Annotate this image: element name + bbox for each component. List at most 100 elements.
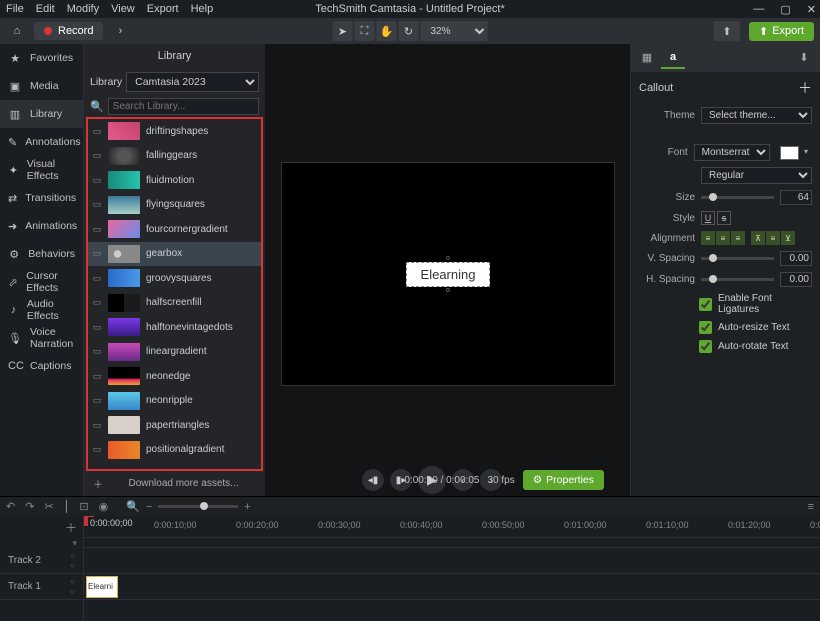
asset-neonedge[interactable]: ▭neonedge — [88, 364, 261, 389]
asset-papertriangles[interactable]: ▭papertriangles — [88, 413, 261, 438]
download-tab[interactable]: ⬇ — [792, 47, 816, 69]
close-button[interactable]: ✕ — [807, 3, 816, 16]
timeline-menu-button[interactable]: ≡ — [808, 501, 814, 513]
redo-button[interactable]: ↷ — [25, 500, 34, 513]
prev-frame-button[interactable]: ◂▮ — [362, 469, 384, 491]
menu-edit[interactable]: Edit — [36, 3, 55, 15]
expand-icon[interactable]: ▭ — [92, 175, 102, 186]
theme-select[interactable]: Select theme... — [701, 107, 812, 124]
asset-gearbox[interactable]: ▭gearbox — [88, 242, 261, 267]
hspacing-input[interactable] — [780, 272, 812, 287]
add-callout-button[interactable]: ＋ — [798, 78, 812, 98]
expand-icon[interactable]: ▭ — [92, 371, 102, 382]
export-button[interactable]: ⬆ Export — [749, 22, 814, 41]
sidebar-item-favorites[interactable]: ★Favorites — [0, 44, 83, 72]
hspacing-slider[interactable] — [701, 278, 774, 281]
font-weight-select[interactable]: Regular — [701, 167, 812, 184]
asset-flyingsquares[interactable]: ▭flyingsquares — [88, 193, 261, 218]
expand-icon[interactable]: ▭ — [92, 273, 102, 284]
visual-tab[interactable]: ▦ — [635, 47, 659, 69]
properties-button[interactable]: ⚙ Properties — [523, 470, 604, 490]
ligatures-checkbox[interactable] — [699, 298, 712, 311]
timeline-clip[interactable]: Elearni — [86, 576, 118, 598]
maximize-button[interactable]: ▢ — [780, 3, 790, 16]
expand-icon[interactable]: ▭ — [92, 420, 102, 431]
expand-icon[interactable]: ▭ — [92, 444, 102, 455]
library-select[interactable]: Camtasia 2023 — [126, 72, 259, 92]
align-bottom-button[interactable]: ⊻ — [781, 231, 795, 245]
share-button[interactable]: ⬆ — [714, 21, 740, 41]
track-expand-icon[interactable]: ▾ — [72, 538, 77, 548]
expand-icon[interactable]: ▭ — [92, 346, 102, 357]
record-next-button[interactable]: › — [109, 21, 131, 41]
align-top-button[interactable]: ⊼ — [751, 231, 765, 245]
magnet-button[interactable]: ⊡ — [79, 500, 88, 513]
sidebar-item-media[interactable]: ▣Media — [0, 72, 83, 100]
sidebar-item-behaviors[interactable]: ⚙Behaviors — [0, 240, 83, 268]
expand-icon[interactable]: ▭ — [92, 248, 102, 259]
expand-icon[interactable]: ▭ — [92, 322, 102, 333]
zoom-plus[interactable]: + — [244, 501, 250, 513]
home-button[interactable]: ⌂ — [6, 21, 28, 41]
timeline-zoom-slider[interactable] — [158, 505, 238, 508]
sidebar-item-animations[interactable]: ➜Animations — [0, 212, 83, 240]
asset-fourcornergradient[interactable]: ▭fourcornergradient — [88, 217, 261, 242]
sidebar-item-visual-effects[interactable]: ✦Visual Effects — [0, 156, 83, 184]
library-search-input[interactable] — [108, 98, 259, 115]
magnet2-button[interactable]: ◉ — [99, 500, 109, 513]
expand-icon[interactable]: ▭ — [92, 224, 102, 235]
timeline-ruler[interactable]: 0:00:10;000:00:20;000:00:30;000:00:40;00… — [84, 516, 820, 538]
align-left-button[interactable]: ≡ — [701, 231, 715, 245]
sidebar-item-voice-narration[interactable]: 🎙Voice Narration — [0, 324, 83, 352]
minimize-button[interactable]: — — [753, 3, 764, 15]
sidebar-item-captions[interactable]: CCCaptions — [0, 352, 83, 380]
font-color-swatch[interactable] — [780, 146, 799, 160]
autoresize-checkbox[interactable] — [699, 321, 712, 334]
undo-button[interactable]: ↶ — [6, 500, 15, 513]
sidebar-item-cursor-effects[interactable]: ⬀Cursor Effects — [0, 268, 83, 296]
canvas-zoom-select[interactable]: 32% — [421, 21, 488, 41]
crop-tool[interactable]: ⛶ — [355, 21, 375, 41]
pan-tool[interactable]: ✋ — [377, 21, 397, 41]
asset-fallinggears[interactable]: ▭fallinggears — [88, 144, 261, 169]
asset-driftingshapes[interactable]: ▭driftingshapes — [88, 119, 261, 144]
move-tool[interactable]: ↻ — [399, 21, 419, 41]
align-right-button[interactable]: ≡ — [731, 231, 745, 245]
asset-fluidmotion[interactable]: ▭fluidmotion — [88, 168, 261, 193]
size-input[interactable] — [780, 190, 812, 205]
zoom-minus[interactable]: − — [146, 501, 152, 513]
size-slider[interactable] — [701, 196, 774, 199]
align-center-button[interactable]: ≡ — [716, 231, 730, 245]
sidebar-item-audio-effects[interactable]: ♪Audio Effects — [0, 296, 83, 324]
vspacing-slider[interactable] — [701, 257, 774, 260]
zoom-out-button[interactable]: 🔍 — [126, 500, 140, 513]
callout-object[interactable]: Elearning — [406, 262, 491, 287]
track2-label[interactable]: Track 2 — [8, 555, 41, 566]
menu-modify[interactable]: Modify — [67, 3, 99, 15]
record-button[interactable]: Record — [34, 22, 103, 40]
canvas[interactable]: Elearning — [281, 162, 615, 386]
asset-halfscreenfill[interactable]: ▭halfscreenfill — [88, 291, 261, 316]
menu-export[interactable]: Export — [147, 3, 179, 15]
menu-view[interactable]: View — [111, 3, 135, 15]
expand-icon[interactable]: ▭ — [92, 297, 102, 308]
asset-positionalgradient[interactable]: ▭positionalgradient — [88, 438, 261, 463]
track2-row[interactable] — [84, 548, 820, 574]
asset-halftonevintagedots[interactable]: ▭halftonevintagedots — [88, 315, 261, 340]
menu-file[interactable]: File — [6, 3, 24, 15]
menu-help[interactable]: Help — [191, 3, 214, 15]
strike-button[interactable]: ꜱ — [717, 211, 731, 225]
track1-label[interactable]: Track 1 — [8, 581, 41, 592]
expand-icon[interactable]: ▭ — [92, 126, 102, 137]
sidebar-item-transitions[interactable]: ⇄Transitions — [0, 184, 83, 212]
align-middle-button[interactable]: ≡ — [766, 231, 780, 245]
sidebar-item-annotations[interactable]: ✎Annotations — [0, 128, 83, 156]
text-tab[interactable]: a — [661, 47, 685, 69]
track1-row[interactable]: Elearni — [84, 574, 820, 600]
select-tool[interactable]: ➤ — [333, 21, 353, 41]
sidebar-item-library[interactable]: ▥Library — [0, 100, 83, 128]
asset-groovysquares[interactable]: ▭groovysquares — [88, 266, 261, 291]
download-more-link[interactable]: ＋ Download more assets... — [84, 471, 265, 496]
vspacing-input[interactable] — [780, 251, 812, 266]
asset-lineargradient[interactable]: ▭lineargradient — [88, 340, 261, 365]
